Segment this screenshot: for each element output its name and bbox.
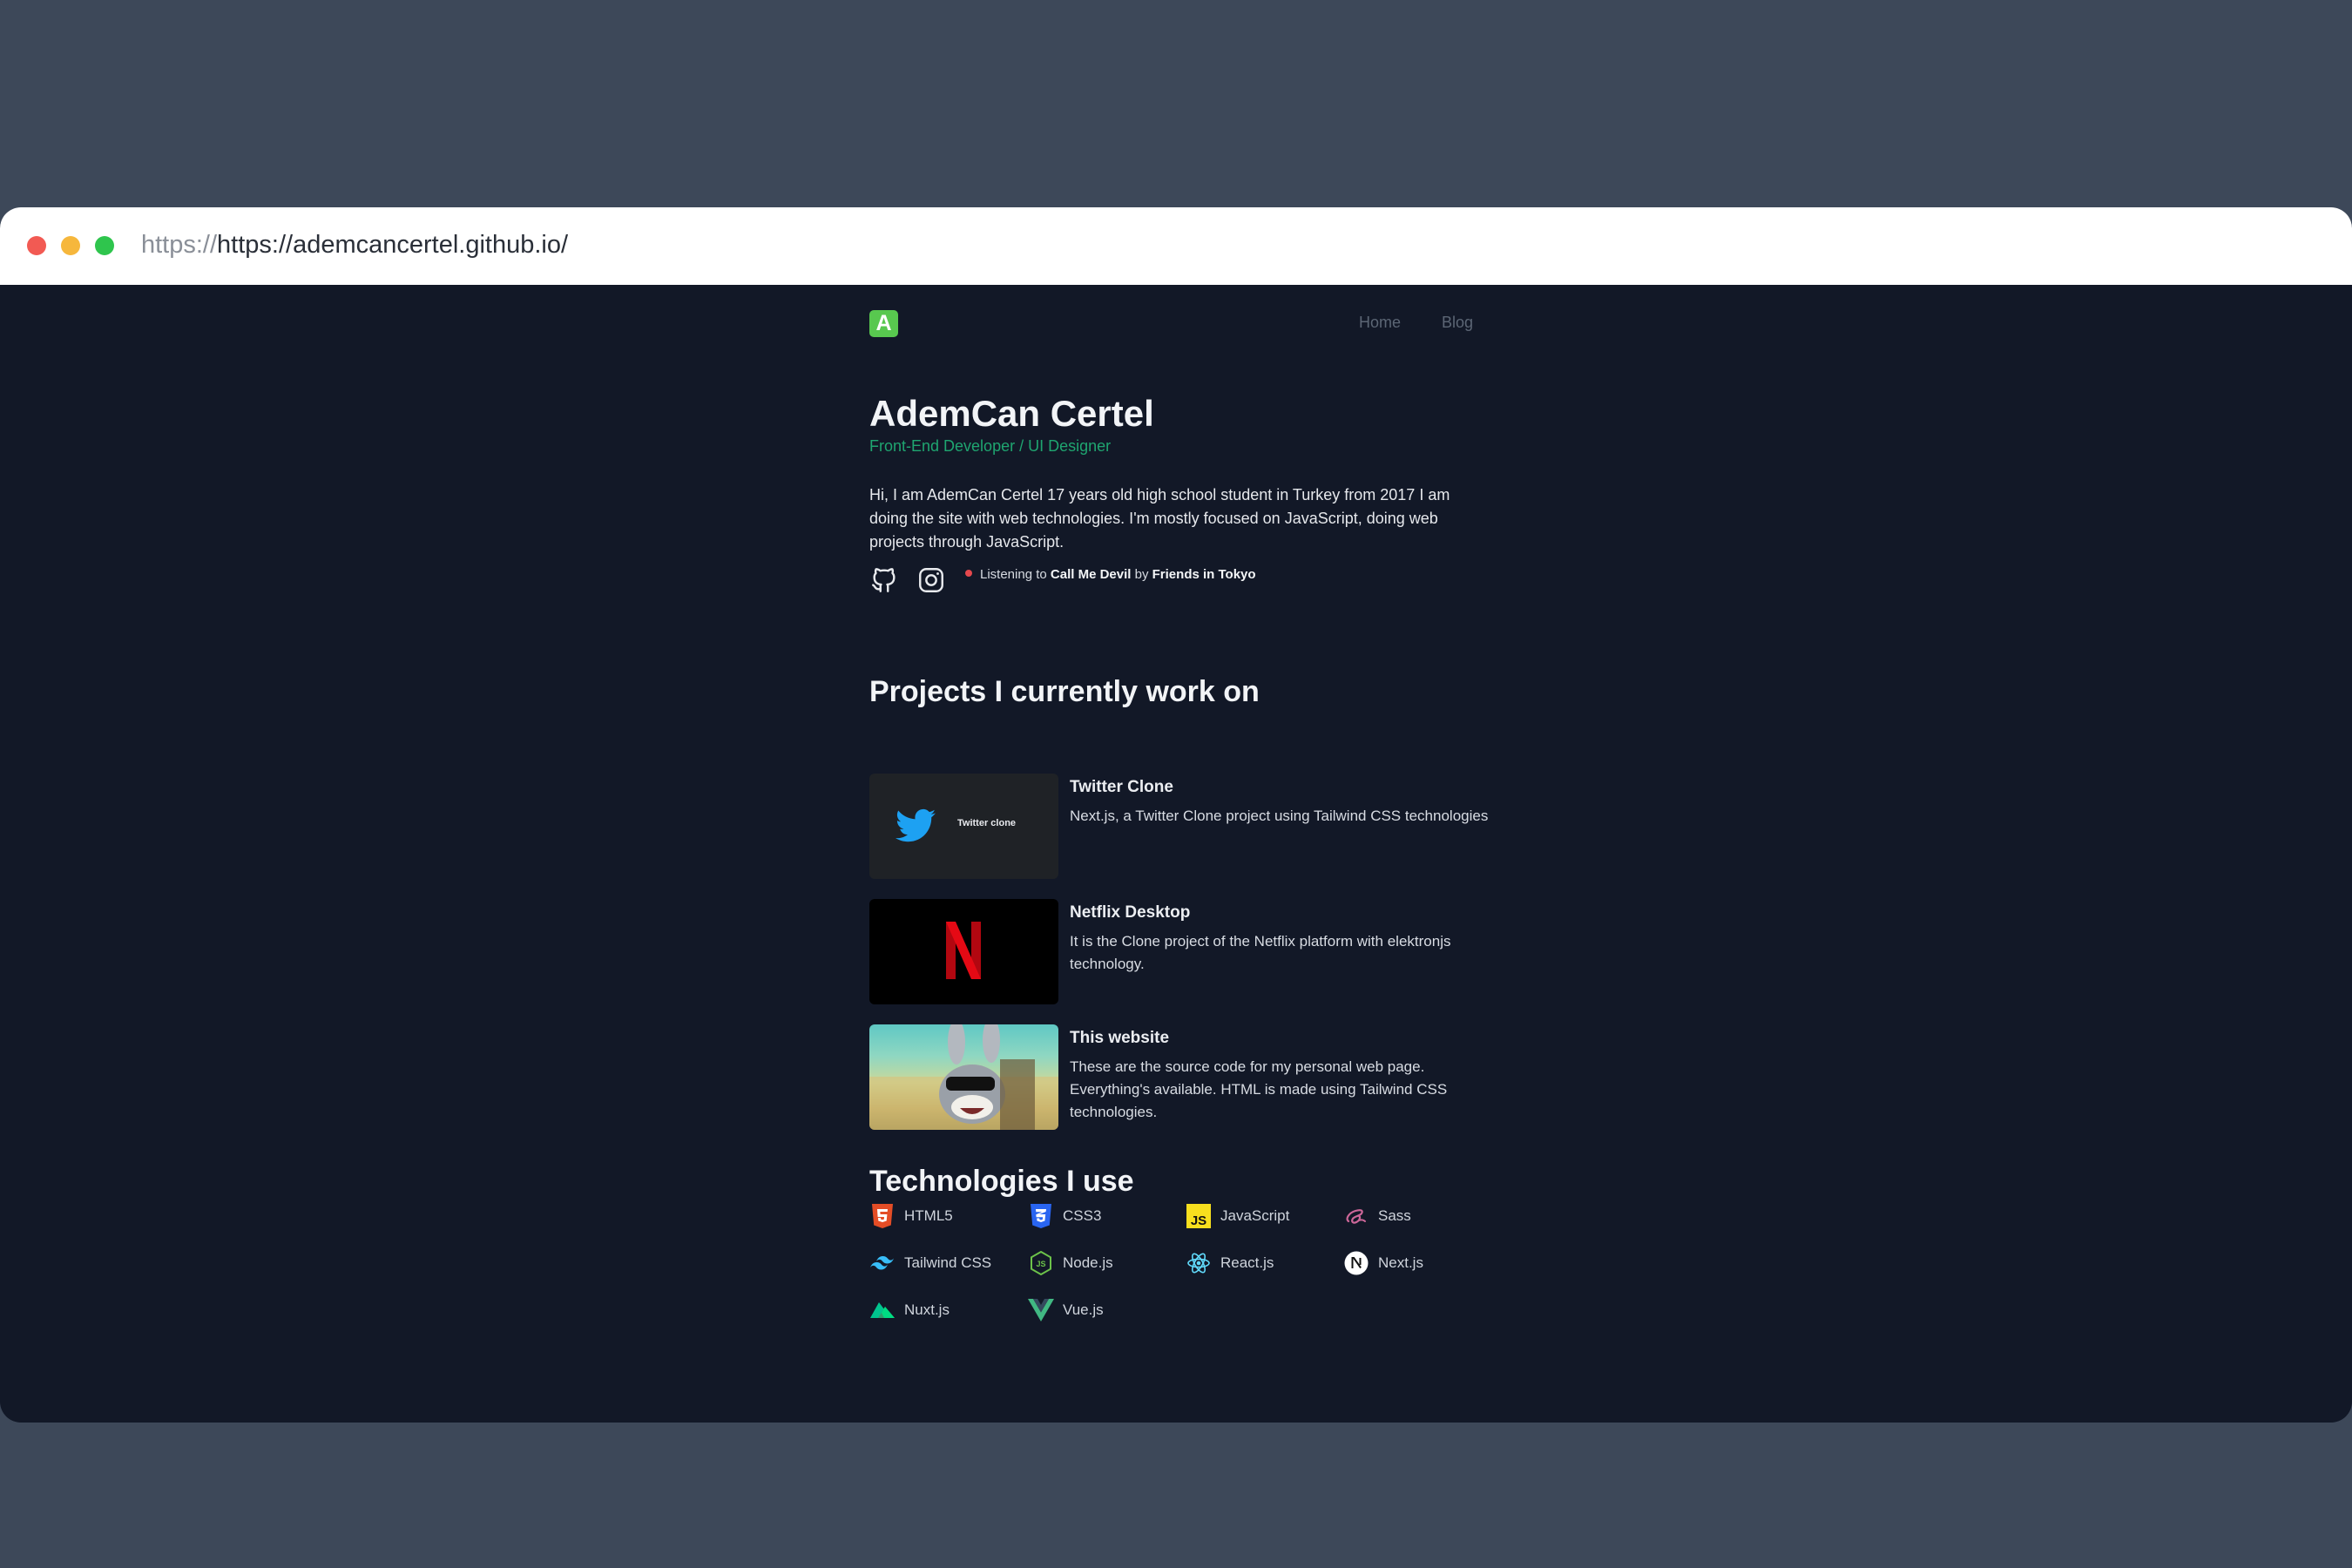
netflix-logo-icon (946, 922, 981, 979)
project-title: This website (1070, 1029, 1170, 1047)
profile-name: AdemCan Certel (869, 393, 1154, 434)
react-icon (1186, 1250, 1212, 1276)
tech-label: JavaScript (1220, 1207, 1290, 1224)
nodejs-icon: JS (1028, 1250, 1054, 1276)
profile-bio: Hi, I am AdemCan Certel 17 years old hig… (869, 486, 1450, 551)
thumbnail-caption: Twitter clone (957, 818, 1017, 828)
minimize-window-button[interactable] (61, 236, 80, 255)
javascript-icon: JS (1186, 1203, 1212, 1229)
url-protocol: https:// (141, 231, 218, 259)
browser-titlebar: https://https://ademcancertel.github.io/ (0, 207, 2352, 285)
browser-window: https://https://ademcancertel.github.io/… (0, 207, 2352, 1423)
technologies-heading: Technologies I use (869, 1165, 1134, 1198)
tech-css3: CSS3 (1028, 1203, 1101, 1229)
svg-text:JS: JS (1191, 1213, 1206, 1228)
tech-label: Nuxt.js (904, 1301, 950, 1318)
song-title: Call Me Devil (1050, 567, 1132, 582)
css3-icon (1028, 1203, 1054, 1229)
project-title: Twitter Clone (1070, 778, 1173, 796)
nav-home-link[interactable]: Home (1359, 314, 1401, 332)
now-playing: Listening to Call Me Devil by Friends in… (965, 567, 1256, 582)
svg-text:JS: JS (1036, 1260, 1045, 1268)
listening-by: by (1134, 567, 1149, 582)
vuejs-icon (1028, 1297, 1054, 1323)
bugs-bunny-image (869, 1024, 1058, 1130)
tech-nuxtjs: Nuxt.js (869, 1297, 950, 1323)
project-title: Netflix Desktop (1070, 903, 1191, 922)
tech-react: React.js (1186, 1250, 1274, 1276)
tech-label: HTML5 (904, 1207, 953, 1224)
project-thumbnail (869, 1024, 1058, 1130)
site-logo[interactable]: A (869, 310, 898, 337)
tech-html5: HTML5 (869, 1203, 953, 1229)
tech-tailwind: Tailwind CSS (869, 1250, 991, 1276)
maximize-window-button[interactable] (95, 236, 114, 255)
nuxtjs-icon (869, 1297, 896, 1323)
tech-javascript: JS JavaScript (1186, 1203, 1289, 1229)
address-bar[interactable]: https://https://ademcancertel.github.io/ (141, 231, 568, 260)
project-description: Next.js, a Twitter Clone project using T… (1070, 808, 1489, 824)
project-thumbnail: Twitter clone (869, 774, 1058, 879)
nextjs-icon (1343, 1250, 1369, 1276)
html5-icon (869, 1203, 896, 1229)
url-text: https://ademcancertel.github.io/ (217, 231, 569, 259)
project-description: These are the source code for my persona… (1070, 1058, 1448, 1120)
github-icon[interactable] (869, 565, 899, 595)
song-artist: Friends in Tokyo (1152, 567, 1256, 582)
sass-icon (1343, 1203, 1369, 1229)
tech-label: Vue.js (1063, 1301, 1104, 1318)
twitter-bird-icon (896, 808, 936, 842)
profile-role: Front-End Developer / UI Designer (869, 437, 1112, 455)
tech-vuejs: Vue.js (1028, 1297, 1104, 1323)
tech-nextjs: Next.js (1343, 1250, 1423, 1276)
close-window-button[interactable] (27, 236, 46, 255)
tech-nodejs: JS Node.js (1028, 1250, 1113, 1276)
project-card-netflix-desktop[interactable]: Netflix Desktop It is the Clone project … (869, 899, 1497, 1005)
tech-label: React.js (1220, 1254, 1274, 1271)
nav-blog-link[interactable]: Blog (1442, 314, 1473, 332)
tech-label: CSS3 (1063, 1207, 1102, 1224)
project-card-twitter-clone[interactable]: Twitter clone Twitter Clone Next.js, a T… (869, 774, 1497, 880)
tech-sass: Sass (1343, 1203, 1411, 1229)
listening-prefix: Listening to (980, 567, 1047, 582)
instagram-icon[interactable] (916, 565, 946, 595)
tech-label: Node.js (1063, 1254, 1113, 1271)
project-card-this-website[interactable]: This website These are the source code f… (869, 1024, 1497, 1131)
live-dot (965, 570, 972, 578)
tailwind-icon (869, 1250, 896, 1276)
site-content: A Home Blog AdemCan Certel Front-End Dev… (0, 285, 2352, 1423)
project-description: It is the Clone project of the Netflix p… (1070, 933, 1451, 972)
project-thumbnail (869, 899, 1058, 1004)
tech-label: Next.js (1378, 1254, 1423, 1271)
projects-heading: Projects I currently work on (869, 675, 1260, 708)
tech-label: Sass (1378, 1207, 1411, 1224)
tech-label: Tailwind CSS (904, 1254, 992, 1271)
